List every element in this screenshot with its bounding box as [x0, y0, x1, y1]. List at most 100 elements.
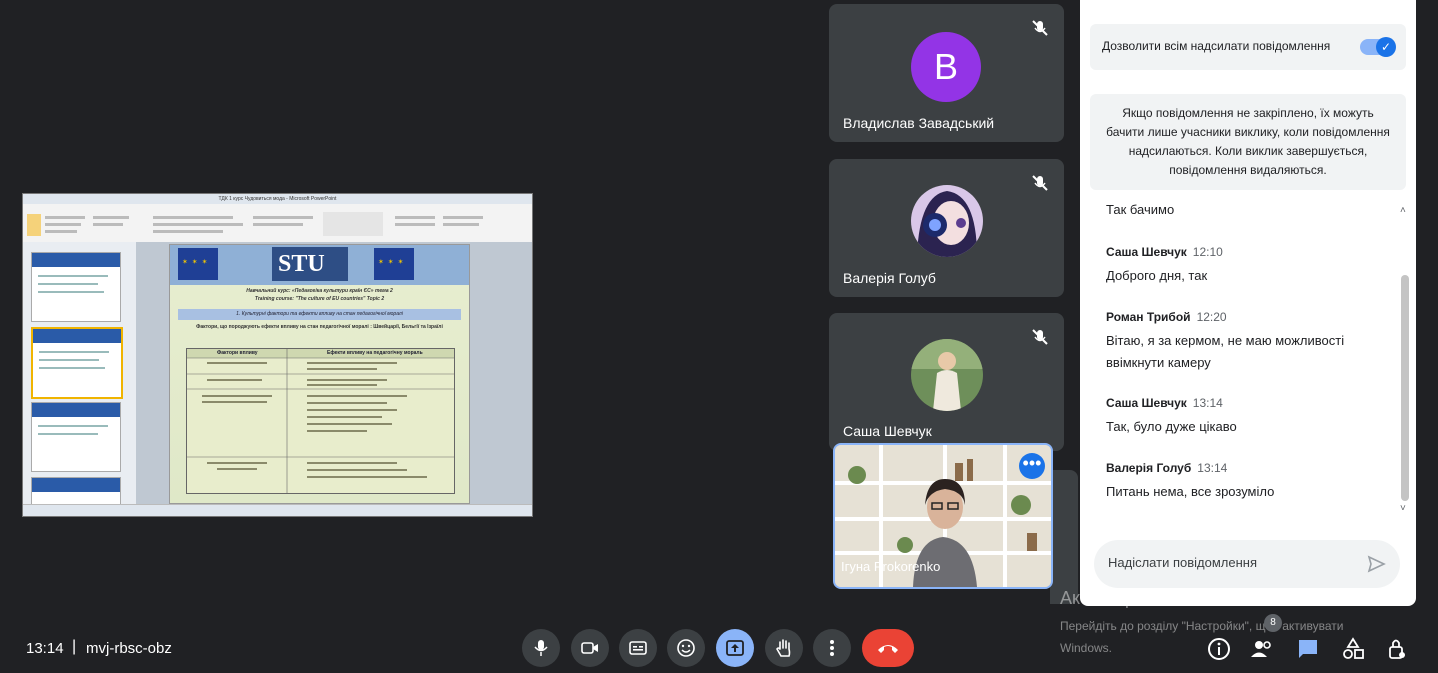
- university-logo: STU: [272, 247, 348, 281]
- meeting-details-icon[interactable]: [1206, 636, 1232, 662]
- participant-count-badge: 8: [1264, 614, 1282, 632]
- self-video-tile[interactable]: ••• Ігуна Prokorenko: [833, 443, 1053, 589]
- mic-off-icon: [1032, 329, 1048, 345]
- ribbon-controls-icon: [27, 212, 483, 236]
- raise-hand-button[interactable]: [765, 629, 803, 667]
- camera-button[interactable]: [571, 629, 609, 667]
- message-input[interactable]: Надіслати повідомлення: [1108, 555, 1257, 570]
- host-controls-icon[interactable]: [1384, 636, 1410, 662]
- participant-name: Владислав Завадський: [843, 115, 995, 131]
- message-time: 13:14: [1192, 396, 1223, 410]
- chat-message: Валерія Голуб 13:14 Питань нема, все зроз…: [1106, 459, 1396, 503]
- table-col2-header: Ефекти впливу на педагогічну мораль: [327, 350, 423, 356]
- table-col1-header: Фактори впливу: [217, 350, 258, 356]
- hand-icon: [776, 639, 791, 657]
- separator: |: [72, 638, 77, 655]
- allow-messages-row: Дозволити всім надсилати повідомлення ✓: [1090, 24, 1406, 70]
- chat-message: Роман Трибой 12:20 Вітаю, я за кермом, не…: [1106, 308, 1396, 374]
- tile-edge: [1050, 470, 1078, 604]
- more-vert-icon: [830, 640, 834, 656]
- slide-thumbnail[interactable]: [31, 252, 121, 322]
- eu-flag-icon: [374, 248, 414, 280]
- camera-icon: [581, 642, 598, 654]
- captions-icon: [629, 641, 647, 655]
- chat-info-notice: Якщо повідомлення не закріплено, їх можу…: [1090, 94, 1406, 190]
- mic-off-icon: [1032, 175, 1048, 191]
- info-line: надсилаються. Коли виклик завершується,: [1128, 144, 1368, 158]
- more-options-button[interactable]: [813, 629, 851, 667]
- avatar: B: [911, 32, 981, 102]
- photo-avatar-icon: [911, 339, 983, 411]
- chat-icon[interactable]: [1295, 636, 1321, 662]
- info-line: Якщо повідомлення не закріплено, їх можу…: [1122, 106, 1374, 120]
- more-options-button[interactable]: •••: [1019, 453, 1045, 479]
- chat-scrollbar[interactable]: ˄ ˅: [1400, 205, 1410, 517]
- scroll-down-icon[interactable]: ˅: [1400, 503, 1406, 514]
- message-sender: Саша Шевчук: [1106, 245, 1187, 259]
- message-time: 12:10: [1192, 245, 1223, 259]
- mic-off-icon: [1032, 20, 1048, 36]
- slide-course-ua: Навчальний курс: «Педагогіка культури кр…: [246, 288, 393, 294]
- watermark-line: Перейдіть до розділу "Настройки", щоб ак…: [1060, 619, 1344, 633]
- message-text: Так, було дуже цікаво: [1106, 419, 1237, 434]
- captions-button[interactable]: [619, 629, 657, 667]
- window-title: ТДК 1 курс Чудовиться мода - Microsoft P…: [23, 194, 532, 204]
- send-message-box[interactable]: Надіслати повідомлення: [1094, 540, 1400, 588]
- present-icon: [726, 640, 744, 656]
- microphone-icon: [534, 640, 548, 656]
- scrollbar-thumb[interactable]: [1401, 275, 1409, 501]
- message-text: Вітаю, я за кермом, не маю можливості: [1106, 333, 1345, 348]
- send-icon[interactable]: [1366, 554, 1386, 574]
- participant-name: Валерія Голуб: [843, 270, 936, 286]
- participant-tile[interactable]: B Владислав Завадський: [829, 4, 1064, 142]
- slide-section: 1. Культурні фактори та ефекти впливу на…: [178, 309, 461, 320]
- participant-tile[interactable]: Валерія Голуб: [829, 159, 1064, 297]
- message-text: Питань нема, все зрозуміло: [1106, 484, 1275, 499]
- end-call-button[interactable]: [862, 629, 914, 667]
- hang-up-icon: [878, 645, 898, 653]
- present-screen-button[interactable]: [716, 629, 754, 667]
- allow-messages-toggle[interactable]: ✓: [1360, 37, 1396, 57]
- reactions-button[interactable]: [667, 629, 705, 667]
- slide-subtitle: Фактори, що породжують ефекти впливу на …: [196, 324, 443, 330]
- check-icon: ✓: [1376, 37, 1396, 57]
- slide-course-en: Training course: "The culture of EU coun…: [254, 296, 385, 302]
- chat-panel: Дозволити всім надсилати повідомлення ✓ …: [1080, 0, 1416, 606]
- message-time: 13:14: [1197, 461, 1228, 475]
- chat-message: Саша Шевчук 12:10 Доброго дня, так: [1106, 243, 1396, 287]
- shared-screen: ТДК 1 курс Чудовиться мода - Microsoft P…: [22, 193, 533, 517]
- ribbon: [23, 204, 532, 243]
- allow-messages-label: Дозволити всім надсилати повідомлення: [1102, 39, 1331, 53]
- info-line: повідомлення видаляються.: [1169, 163, 1327, 177]
- scroll-up-icon[interactable]: ˄: [1400, 205, 1406, 216]
- chat-message: Саша Шевчук 13:14 Так, було дуже цікаво: [1106, 394, 1396, 438]
- microphone-button[interactable]: [522, 629, 560, 667]
- anime-avatar-icon: [911, 185, 983, 257]
- message-sender: Саша Шевчук: [1106, 396, 1187, 410]
- info-line: бачити лише учасники виклику, коли повід…: [1106, 125, 1390, 139]
- emoji-icon: [677, 639, 695, 657]
- powerpoint-statusbar: [23, 504, 532, 516]
- message-text: ввімкнути камеру: [1106, 355, 1211, 370]
- message-time: 12:20: [1196, 310, 1227, 324]
- meeting-time: 13:14: [26, 640, 64, 657]
- slide-thumbnail-selected[interactable]: [31, 327, 123, 399]
- eu-flag-icon: [178, 248, 218, 280]
- current-slide: STU Навчальний курс: «Педагогіка культур…: [169, 244, 470, 504]
- chat-message: Так бачимо: [1106, 195, 1396, 221]
- participant-tile[interactable]: Саша Шевчук: [829, 313, 1064, 451]
- message-text: Доброго дня, так: [1106, 268, 1208, 283]
- slide-thumbnails[interactable]: [23, 242, 137, 516]
- message-sender: Роман Трибой: [1106, 310, 1191, 324]
- slide-table: Фактори впливу Ефекти впливу на педагогі…: [186, 348, 455, 494]
- message-text: Так бачимо: [1106, 202, 1175, 217]
- meeting-code: mvj-rbsc-obz: [86, 640, 172, 657]
- activities-icon[interactable]: [1340, 636, 1366, 662]
- table-grid-icon: [187, 349, 454, 493]
- slide-thumbnail[interactable]: [31, 402, 121, 472]
- participant-name: Саша Шевчук: [843, 423, 932, 439]
- activation-watermark-title: Активація Windows: [1060, 588, 1220, 608]
- people-icon[interactable]: [1249, 636, 1275, 662]
- participant-name: Ігуна Prokorenko: [841, 559, 941, 574]
- chat-messages: Так бачимо Саша Шевчук 12:10 Доброго дня,…: [1106, 195, 1396, 525]
